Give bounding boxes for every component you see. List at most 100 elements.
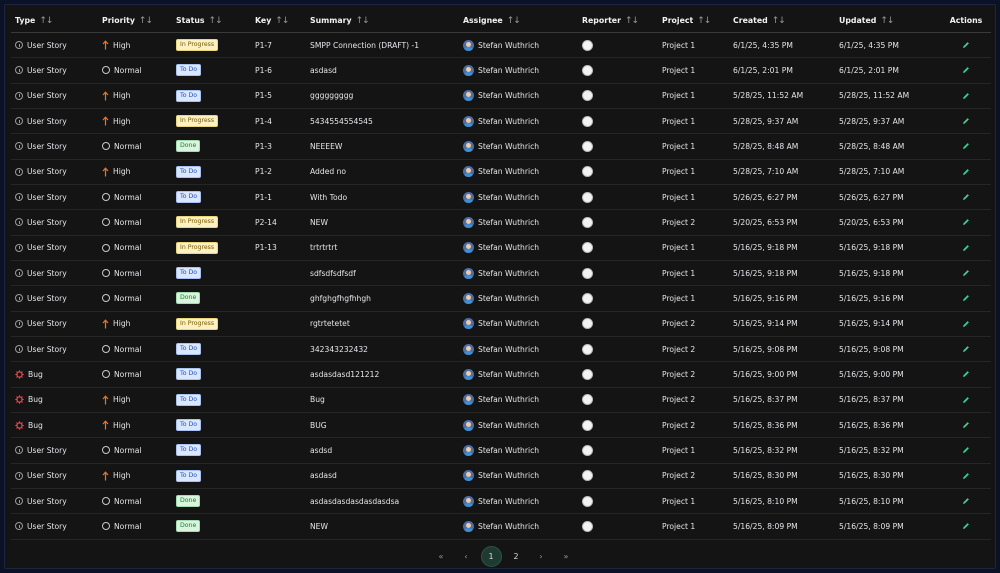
page-2-button[interactable]: 2: [506, 546, 527, 567]
pencil-icon[interactable]: [962, 370, 970, 378]
reporter-cell: [578, 64, 658, 76]
page-1-button[interactable]: 1: [480, 545, 502, 567]
first-page-button[interactable]: «: [431, 546, 452, 567]
status-badge: Done: [176, 140, 201, 153]
reporter-cell: [578, 115, 658, 127]
empty-avatar-icon: [582, 495, 593, 507]
column-header-updated[interactable]: Updated ↑↓: [835, 16, 941, 26]
pencil-icon[interactable]: [962, 92, 970, 100]
table-row[interactable]: User Story Normal To Do P1-6 asdasd Stefan Wu…: [11, 58, 991, 84]
table-row[interactable]: Bug High To Do Bug Stefan Wuthrich Project 2 5…: [11, 388, 991, 413]
sort-icon[interactable]: ↑↓: [772, 16, 786, 26]
column-header-reporter[interactable]: Reporter ↑↓: [578, 16, 658, 26]
table-row[interactable]: User Story Normal To Do sdfsdfsdfsdf Stefan …: [11, 261, 991, 287]
status-cell: To Do: [172, 393, 251, 406]
table-row[interactable]: User Story High In Progress P1-7 SMPP Connec…: [11, 33, 991, 59]
updated-cell: 5/16/25, 9:16 PM: [835, 294, 941, 303]
created-date: 6/1/25, 2:01 PM: [733, 65, 793, 75]
pencil-icon[interactable]: [962, 320, 970, 328]
pencil-icon[interactable]: [962, 472, 970, 480]
priority-label: Normal: [114, 268, 142, 278]
sort-icon[interactable]: ↑↓: [507, 16, 521, 26]
project-cell: Project 1: [658, 167, 729, 176]
pencil-icon[interactable]: [962, 66, 970, 74]
table-row[interactable]: User Story Normal Done asdasdasdasdasdasdsa…: [11, 489, 991, 515]
pencil-icon[interactable]: [962, 497, 970, 505]
avatar: [463, 191, 474, 203]
sort-icon[interactable]: ↑↓: [356, 16, 370, 26]
type-cell: User Story: [11, 345, 98, 354]
column-header-status[interactable]: Status ↑↓: [172, 16, 251, 26]
updated-date: 5/16/25, 9:00 PM: [839, 369, 904, 379]
column-header-label: Status: [176, 16, 205, 25]
pencil-icon[interactable]: [962, 345, 970, 353]
project-name: Project 2: [662, 319, 696, 329]
summary-cell: asdasd: [306, 66, 459, 75]
column-header-summary[interactable]: Summary ↑↓: [306, 16, 459, 26]
pencil-icon[interactable]: [962, 117, 970, 125]
pencil-icon[interactable]: [962, 142, 970, 150]
sort-icon[interactable]: ↑↓: [39, 16, 53, 26]
sort-icon[interactable]: ↑↓: [209, 16, 223, 26]
column-header-actions[interactable]: Actions: [941, 16, 991, 25]
pencil-icon[interactable]: [962, 446, 970, 454]
priority-cell: High: [98, 420, 172, 430]
key-cell: P1-4: [251, 117, 306, 126]
table-row[interactable]: User Story Normal Done ghfghgfhgfhhgh Stefan…: [11, 286, 991, 312]
updated-cell: 5/26/25, 6:27 PM: [835, 193, 941, 202]
table-row[interactable]: User Story Normal Done NEW Stefan Wuthrich Pr…: [11, 514, 991, 540]
table-row[interactable]: User Story High To Do P1-2 Added no Stefan Wu…: [11, 160, 991, 185]
table-row[interactable]: User Story Normal To Do 342343232432 Stefan …: [11, 337, 991, 363]
table-row[interactable]: User Story High In Progress P1-4 54345545545…: [11, 109, 991, 135]
assignee-name: Stefan Wuthrich: [478, 496, 540, 506]
table-row[interactable]: User Story High To Do asdasd Stefan Wuthrich…: [11, 464, 991, 489]
table-row[interactable]: User Story Normal Done P1-3 NEEEEW Stefan Wut…: [11, 134, 991, 160]
priority-cell: Normal: [98, 243, 172, 252]
type-cell: User Story: [11, 193, 98, 202]
table-row[interactable]: User Story High To Do P1-5 ggggggggg Stefan W…: [11, 84, 991, 109]
sort-icon[interactable]: ↑↓: [139, 16, 153, 26]
column-header-assignee[interactable]: Assignee ↑↓: [459, 16, 578, 26]
updated-cell: 6/1/25, 2:01 PM: [835, 66, 941, 75]
pencil-icon[interactable]: [962, 193, 970, 201]
table-row[interactable]: Bug High To Do BUG Stefan Wuthrich Project 2 5…: [11, 413, 991, 439]
last-page-button[interactable]: »: [556, 546, 577, 567]
sort-icon[interactable]: ↑↓: [697, 16, 711, 26]
pencil-icon[interactable]: [962, 522, 970, 530]
column-header-priority[interactable]: Priority ↑↓: [98, 16, 172, 26]
updated-cell: 5/16/25, 8:30 PM: [835, 471, 941, 480]
pencil-icon[interactable]: [962, 421, 970, 429]
column-header-created[interactable]: Created ↑↓: [729, 16, 835, 26]
type-label: User Story: [27, 65, 67, 75]
pencil-icon[interactable]: [962, 218, 970, 226]
pencil-icon[interactable]: [962, 269, 970, 277]
pencil-icon[interactable]: [962, 294, 970, 302]
assignee-name: Stefan Wuthrich: [478, 243, 540, 253]
pencil-icon[interactable]: [962, 168, 970, 176]
table-row[interactable]: User Story Normal To Do P1-1 With Todo Stefan…: [11, 185, 991, 211]
sort-icon[interactable]: ↑↓: [880, 16, 894, 26]
table-row[interactable]: User Story Normal In Progress P1-13 trtrtrtr…: [11, 236, 991, 261]
pagination: « ‹ 1 2 › »: [5, 543, 997, 569]
created-cell: 5/28/25, 8:48 AM: [729, 142, 835, 151]
prev-page-button[interactable]: ‹: [456, 546, 477, 567]
column-header-key[interactable]: Key ↑↓: [251, 16, 306, 26]
sort-icon[interactable]: ↑↓: [275, 16, 289, 26]
table-row[interactable]: User Story Normal To Do asdsd Stefan Wuthric…: [11, 438, 991, 464]
assignee-name: Stefan Wuthrich: [478, 395, 540, 405]
pencil-icon[interactable]: [962, 41, 970, 49]
pencil-icon[interactable]: [962, 244, 970, 252]
project-cell: Project 2: [658, 218, 729, 227]
table-row[interactable]: User Story High In Progress rgtrtetetet Stef…: [11, 312, 991, 337]
column-header-project[interactable]: Project ↑↓: [658, 16, 729, 26]
next-page-button[interactable]: ›: [531, 546, 552, 567]
sort-icon[interactable]: ↑↓: [625, 16, 639, 26]
empty-avatar-icon: [582, 191, 593, 203]
issue-key: P1-3: [255, 141, 272, 151]
empty-avatar-icon: [582, 520, 593, 532]
column-header-label: Assignee: [463, 16, 503, 25]
table-row[interactable]: Bug Normal To Do asdasdasd121212 Stefan Wuth…: [11, 362, 991, 388]
pencil-icon[interactable]: [962, 396, 970, 404]
column-header-type[interactable]: Type ↑↓: [11, 16, 98, 26]
table-row[interactable]: User Story Normal In Progress P2-14 NEW Stefa…: [11, 210, 991, 236]
